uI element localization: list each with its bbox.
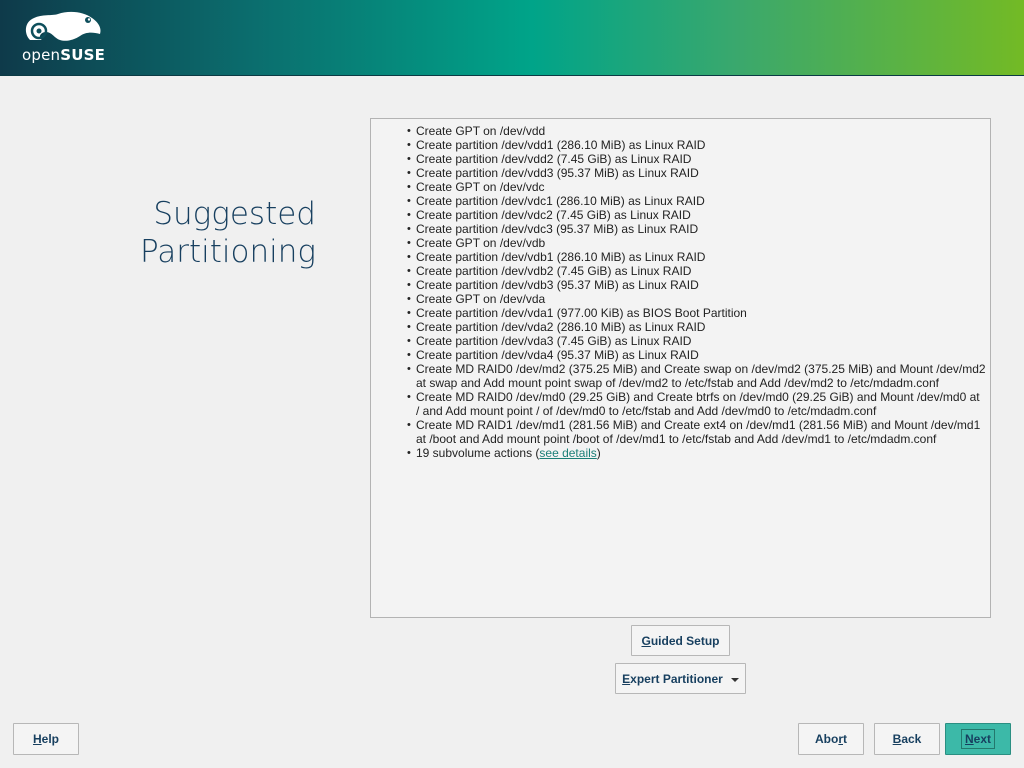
- list-item: Create MD RAID0 /dev/md2 (375.25 MiB) an…: [407, 362, 990, 390]
- list-item-subvolumes: 19 subvolume actions (see details): [407, 446, 990, 460]
- help-button[interactable]: Help: [13, 723, 79, 755]
- list-item: Create partition /dev/vdb2 (7.45 GiB) as…: [407, 264, 990, 278]
- next-button[interactable]: Next: [945, 723, 1011, 755]
- opensuse-logo: openSUSE: [22, 10, 112, 66]
- guided-setup-button[interactable]: Guided Setup: [631, 625, 730, 656]
- list-item: Create MD RAID0 /dev/md0 (29.25 GiB) and…: [407, 390, 990, 418]
- next-button-focus: Next: [960, 729, 995, 749]
- header-banner: openSUSE: [0, 0, 1024, 76]
- list-item: Create partition /dev/vdd2 (7.45 GiB) as…: [407, 152, 990, 166]
- action-list: Create GPT on /dev/vdd Create partition …: [371, 119, 990, 460]
- list-item: Create partition /dev/vdc3 (95.37 MiB) a…: [407, 222, 990, 236]
- expert-partitioner-button[interactable]: Expert Partitioner: [615, 663, 746, 694]
- list-item: Create partition /dev/vdc2 (7.45 GiB) as…: [407, 208, 990, 222]
- brand-wordmark: openSUSE: [22, 46, 106, 64]
- list-item: Create partition /dev/vda1 (977.00 KiB) …: [407, 306, 990, 320]
- list-item: Create partition /dev/vda2 (286.10 MiB) …: [407, 320, 990, 334]
- list-item: Create MD RAID1 /dev/md1 (281.56 MiB) an…: [407, 418, 990, 446]
- list-item: Create partition /dev/vdd3 (95.37 MiB) a…: [407, 166, 990, 180]
- list-item: Create GPT on /dev/vdd: [407, 124, 990, 138]
- list-item: Create partition /dev/vdd1 (286.10 MiB) …: [407, 138, 990, 152]
- page-title-line-1: Suggested: [153, 196, 316, 232]
- subvolume-text: 19 subvolume actions (: [416, 446, 540, 460]
- page-title-line-2: Partitioning: [139, 234, 316, 270]
- dropdown-arrow-icon: [730, 677, 739, 682]
- list-item: Create partition /dev/vdb3 (95.37 MiB) a…: [407, 278, 990, 292]
- back-button[interactable]: Back: [874, 723, 940, 755]
- chameleon-icon: [25, 11, 101, 41]
- list-item: Create partition /dev/vda3 (7.45 GiB) as…: [407, 334, 990, 348]
- list-item: Create GPT on /dev/vda: [407, 292, 990, 306]
- page-title: Suggested Partitioning: [120, 195, 316, 271]
- list-item: Create GPT on /dev/vdc: [407, 180, 990, 194]
- list-item: Create partition /dev/vda4 (95.37 MiB) a…: [407, 348, 990, 362]
- list-item: Create GPT on /dev/vdb: [407, 236, 990, 250]
- list-item: Create partition /dev/vdb1 (286.10 MiB) …: [407, 250, 990, 264]
- see-details-link[interactable]: see details: [539, 446, 596, 460]
- abort-button[interactable]: Abort: [798, 723, 864, 755]
- subvolume-text-end: ): [596, 446, 601, 460]
- partition-proposal-panel[interactable]: Create GPT on /dev/vdd Create partition …: [370, 118, 991, 618]
- list-item: Create partition /dev/vdc1 (286.10 MiB) …: [407, 194, 990, 208]
